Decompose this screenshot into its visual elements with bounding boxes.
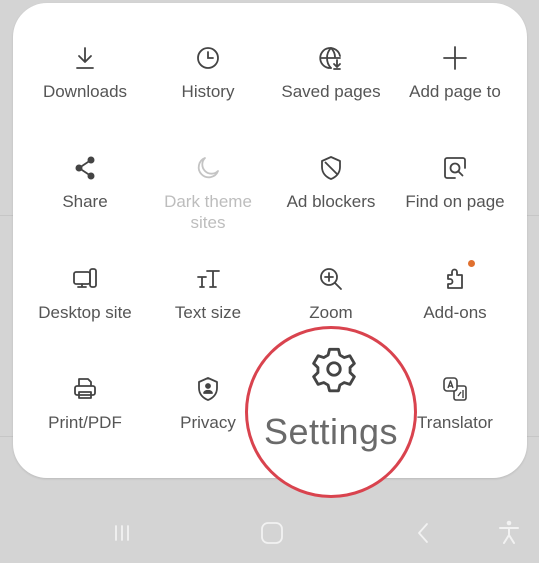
shield-slash-icon [317, 154, 345, 182]
menu-item-label: Desktop site [38, 303, 132, 322]
settings-highlight-ring[interactable]: Settings [245, 326, 417, 498]
notification-badge [468, 260, 475, 267]
menu-item-label: Add-ons [423, 303, 487, 322]
puzzle-icon [441, 265, 469, 293]
recent-apps-icon [115, 525, 129, 541]
menu-item-label: History [181, 82, 235, 101]
accessibility-icon [499, 520, 519, 544]
menu-item-settings[interactable]: Settings [248, 411, 414, 453]
menu-item-label: Print/PDF [48, 413, 122, 432]
download-icon [71, 44, 99, 72]
menu-item-label: Text size [174, 303, 242, 322]
find-on-page-icon [441, 154, 469, 182]
system-navigation-bar [0, 500, 539, 563]
back-icon [418, 523, 428, 543]
menu-item-label: Share [62, 192, 108, 211]
home-button[interactable] [257, 518, 287, 548]
recent-apps-button[interactable] [107, 518, 137, 548]
zoom-in-icon [317, 265, 345, 293]
desktop-icon [71, 265, 99, 293]
menu-item-label: Downloads [42, 82, 128, 101]
clock-icon [194, 44, 222, 72]
moon-icon [194, 154, 222, 182]
privacy-shield-icon [194, 375, 222, 403]
printer-icon [71, 375, 99, 403]
accessibility-button[interactable] [494, 518, 524, 548]
globe-download-icon [317, 44, 345, 72]
menu-item-label: Saved pages [281, 82, 381, 101]
home-icon [261, 522, 283, 544]
plus-icon [441, 44, 469, 72]
text-size-icon [194, 265, 222, 293]
menu-item-label: Find on page [405, 192, 505, 211]
menu-item-label: Add page to [409, 82, 501, 101]
share-icon [71, 154, 99, 182]
translate-icon [441, 375, 469, 403]
back-button[interactable] [408, 518, 438, 548]
menu-item-label: Dark theme sites [164, 192, 252, 232]
menu-item-label: Zoom [309, 303, 353, 322]
gear-icon [309, 344, 359, 394]
menu-item-label: Ad blockers [286, 192, 376, 211]
